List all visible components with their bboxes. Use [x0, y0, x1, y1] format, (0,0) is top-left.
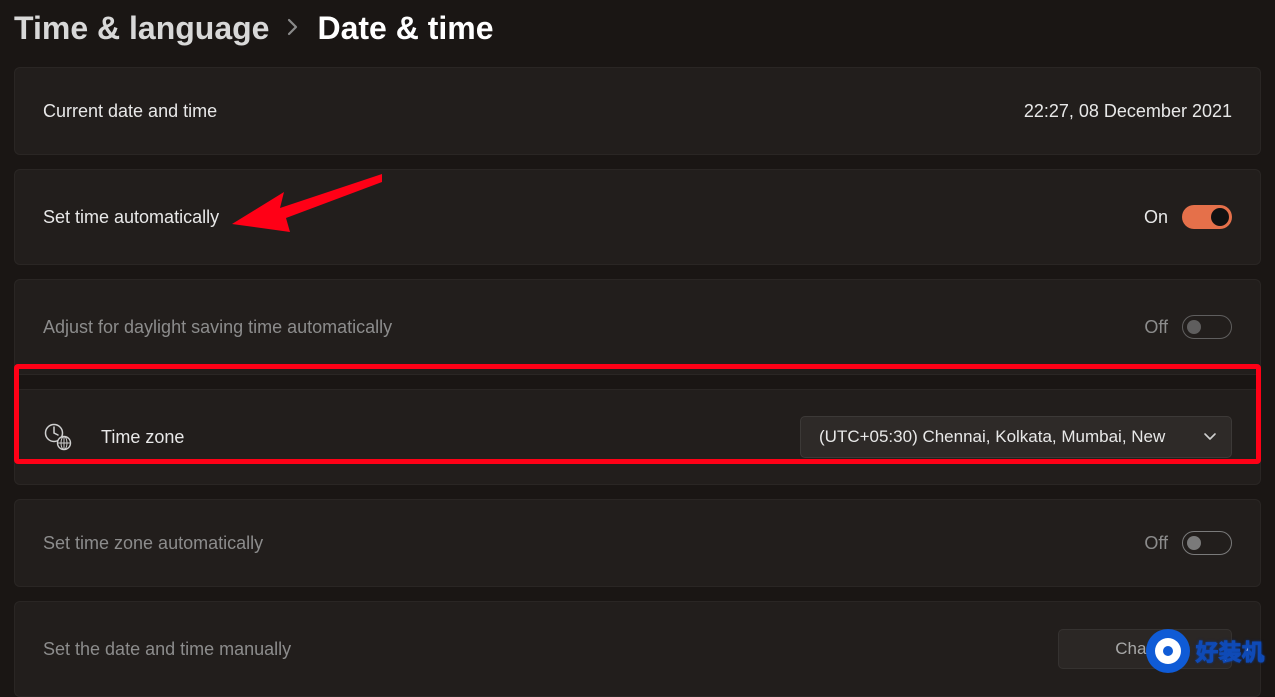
clock-globe-icon — [43, 422, 73, 452]
current-datetime-label: Current date and time — [43, 101, 217, 122]
panel-set-time-auto: Set time automatically On — [14, 169, 1261, 265]
breadcrumb-parent[interactable]: Time & language — [14, 10, 269, 47]
panel-manual-datetime: Set the date and time manually Change — [14, 601, 1261, 697]
manual-datetime-label: Set the date and time manually — [43, 639, 291, 660]
dst-auto-status: Off — [1144, 315, 1232, 339]
set-time-auto-label: Set time automatically — [43, 207, 219, 228]
panel-dst-auto: Adjust for daylight saving time automati… — [14, 279, 1261, 375]
dst-auto-label: Adjust for daylight saving time automati… — [43, 317, 392, 338]
panel-tz-auto: Set time zone automatically Off — [14, 499, 1261, 587]
set-time-auto-status: On — [1144, 205, 1232, 229]
set-time-auto-state-text: On — [1144, 207, 1168, 228]
dst-auto-toggle — [1182, 315, 1232, 339]
timezone-label: Time zone — [101, 427, 184, 448]
watermark: 好装机 — [1146, 629, 1265, 673]
tz-auto-state-text: Off — [1144, 533, 1168, 554]
timezone-label-group: Time zone — [43, 422, 184, 452]
breadcrumb-current: Date & time — [317, 10, 493, 47]
set-time-auto-toggle[interactable] — [1182, 205, 1232, 229]
breadcrumb: Time & language Date & time — [0, 0, 1275, 67]
chevron-right-icon — [287, 16, 299, 42]
panel-timezone: Time zone (UTC+05:30) Chennai, Kolkata, … — [14, 389, 1261, 485]
chevron-down-icon — [1203, 427, 1217, 447]
watermark-logo-icon — [1146, 629, 1190, 673]
panel-current-datetime: Current date and time 22:27, 08 December… — [14, 67, 1261, 155]
tz-auto-status: Off — [1144, 531, 1232, 555]
current-datetime-value: 22:27, 08 December 2021 — [1024, 101, 1232, 122]
watermark-text: 好装机 — [1196, 635, 1265, 667]
tz-auto-label: Set time zone automatically — [43, 533, 263, 554]
dst-auto-state-text: Off — [1144, 317, 1168, 338]
tz-auto-toggle[interactable] — [1182, 531, 1232, 555]
timezone-dropdown[interactable]: (UTC+05:30) Chennai, Kolkata, Mumbai, Ne… — [800, 416, 1232, 458]
timezone-selected: (UTC+05:30) Chennai, Kolkata, Mumbai, Ne… — [819, 427, 1185, 447]
